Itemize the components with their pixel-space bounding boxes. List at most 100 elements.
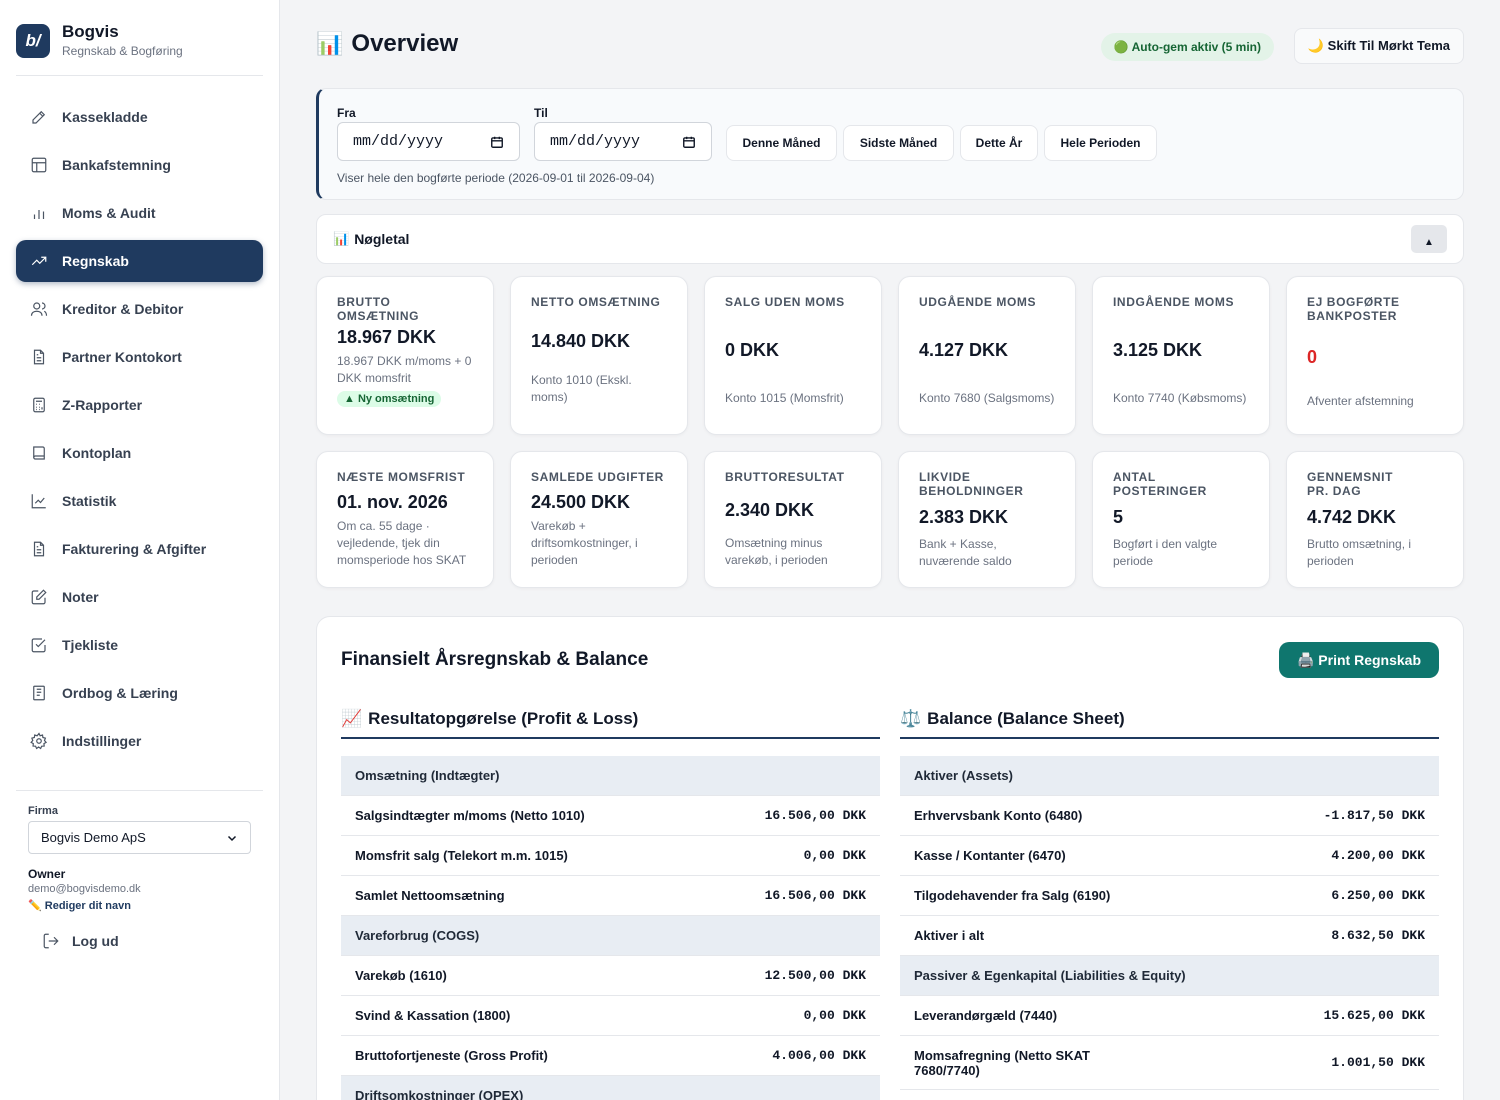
row-label: Aktiver i alt bbox=[914, 928, 985, 943]
row-amount: 4.200,00 DKK bbox=[1331, 848, 1425, 863]
sidebar-item-kontoplan[interactable]: Kontoplan bbox=[16, 432, 263, 474]
firma-select[interactable]: Bogvis Demo ApS bbox=[28, 821, 251, 854]
table-section-row: Driftsomkostninger (OPEX) bbox=[341, 1076, 880, 1100]
brand[interactable]: b/ Bogvis Regnskab & Bogføring bbox=[16, 22, 263, 76]
kpi-card-samlede-udgifter: SAMLEDE UDGIFTER 24.500 DKK Varekøb + dr… bbox=[510, 451, 688, 588]
autosave-badge: 🟢 Auto-gem aktiv (5 min) bbox=[1100, 33, 1274, 61]
kpi-value: 0 DKK bbox=[725, 340, 780, 360]
book-open-icon bbox=[33, 685, 45, 701]
row-label: Omsætning (Indtægter) bbox=[355, 768, 500, 783]
row-label: Momsfrit salg (Telekort m.m. 1015) bbox=[355, 848, 568, 863]
table-section-row: Aktiver (Assets) bbox=[900, 756, 1439, 796]
kpi-label: EJ BOGFØRTE BANKPOSTER bbox=[1307, 295, 1400, 323]
sidebar-item-indstillinger[interactable]: Indstillinger bbox=[16, 720, 263, 762]
row-amount: 12.500,00 DKK bbox=[764, 968, 866, 983]
row-label: Passiver & Egenkapital (Liabilities & Eq… bbox=[914, 968, 1186, 983]
chevron-down-icon bbox=[227, 835, 237, 841]
kpi-note: Om ca. 55 dage · vejledende, tjek din mo… bbox=[337, 519, 467, 567]
kpi-value: 24.500 DKK bbox=[531, 492, 631, 512]
report-title: Finansielt Årsregnskab & Balance bbox=[341, 649, 649, 670]
balance-title-text: Balance (Balance Sheet) bbox=[927, 709, 1125, 728]
sidebar-item-kassekladde[interactable]: Kassekladde bbox=[16, 96, 263, 138]
row-amount: 6.250,00 DKK bbox=[1331, 888, 1425, 903]
kpi-card-antal-posteringer: ANTAL POSTERINGER 5 Bogført i den valgte… bbox=[1092, 451, 1270, 588]
kpi-note: Omsætning minus varekøb, i perioden bbox=[725, 536, 828, 567]
sidebar-item-bankafstemning[interactable]: Bankafstemning bbox=[16, 144, 263, 186]
table-row: Leverandørgæld (7440) 15.625,00 DKK bbox=[900, 996, 1439, 1036]
sidebar-item-label: Noter bbox=[62, 589, 99, 605]
table-row: Momsafregning (Netto SKAT 7680/7740) 1.00… bbox=[900, 1036, 1439, 1090]
profit-loss-title-text: Resultatopgørelse (Profit & Loss) bbox=[368, 709, 639, 728]
quick-this-month-button[interactable]: Denne Måned bbox=[726, 125, 837, 161]
kpi-value: 14.840 DKK bbox=[531, 331, 631, 351]
file-text-icon bbox=[33, 541, 45, 557]
kpi-card-netto-omsaetning: NETTO OMSÆTNING 14.840 DKK Konto 1010 (E… bbox=[510, 276, 688, 435]
financial-report-panel: Finansielt Årsregnskab & Balance 🖨️ Prin… bbox=[316, 616, 1464, 1100]
period-note: Viser hele den bogførte periode (2026-09… bbox=[337, 171, 655, 185]
row-label: Varekøb (1610) bbox=[355, 968, 447, 983]
kpi-card-ej-bogforte: EJ BOGFØRTE BANKPOSTER 0 Afventer afstem… bbox=[1286, 276, 1464, 435]
sidebar-item-label: Statistik bbox=[62, 493, 117, 509]
sidebar-item-kreditor-debitor[interactable]: Kreditor & Debitor bbox=[16, 288, 263, 330]
quick-this-year-button[interactable]: Dette År bbox=[960, 125, 1038, 161]
from-date-input[interactable]: mm/dd/yyyy bbox=[337, 122, 520, 161]
sidebar-item-partner-kontokort[interactable]: Partner Kontokort bbox=[16, 336, 263, 378]
sidebar-item-label: Moms & Audit bbox=[62, 205, 156, 221]
brand-name: Bogvis bbox=[62, 22, 119, 41]
sidebar: b/ Bogvis Regnskab & Bogføring Kasseklad… bbox=[0, 0, 280, 1100]
to-date-input[interactable]: mm/dd/yyyy bbox=[534, 122, 712, 161]
logout-label: Log ud bbox=[72, 933, 119, 949]
table-section-row: Vareforbrug (COGS) bbox=[341, 916, 880, 956]
profit-loss-table: Omsætning (Indtægter) Salgsindtægter m/m… bbox=[341, 756, 880, 1100]
sidebar-item-label: Indstillinger bbox=[62, 733, 142, 749]
trending-chart-icon: 📈 bbox=[341, 709, 363, 728]
calendar-icon[interactable] bbox=[490, 135, 504, 149]
kpi-card-likvide: LIKVIDE BEHOLDNINGER 2.383 DKK Bank + Ka… bbox=[898, 451, 1076, 588]
kpi-note: Konto 7680 (Salgsmoms) bbox=[919, 391, 1055, 405]
collapse-button[interactable]: ▲ bbox=[1411, 225, 1447, 253]
calendar-icon[interactable] bbox=[682, 135, 696, 149]
kpi-label: GENNEMSNIT PR. DAG bbox=[1307, 470, 1394, 498]
sidebar-item-tjekliste[interactable]: Tjekliste bbox=[16, 624, 263, 666]
sidebar-item-label: Partner Kontokort bbox=[62, 349, 182, 365]
kpi-card-salg-uden-moms: SALG UDEN MOMS 0 DKK Konto 1015 (Momsfri… bbox=[704, 276, 882, 435]
kpi-section-header[interactable]: 📊 Nøgletal ▲ bbox=[316, 214, 1464, 264]
chart-emoji-icon: 📊 bbox=[333, 231, 350, 246]
sidebar-item-fakturering[interactable]: Fakturering & Afgifter bbox=[16, 528, 263, 570]
kpi-label: UDGÅENDE MOMS bbox=[919, 295, 1037, 309]
book-icon bbox=[33, 446, 45, 460]
sidebar-item-label: Kontoplan bbox=[62, 445, 132, 461]
file-text-icon bbox=[33, 349, 45, 365]
sidebar-item-label: Ordbog & Læring bbox=[62, 685, 178, 701]
sidebar-item-label: Kreditor & Debitor bbox=[62, 301, 184, 317]
row-label: Tilgodehavender fra Salg (6190) bbox=[914, 888, 1111, 903]
from-label: Fra bbox=[337, 106, 356, 120]
kpi-card-indgaaende-moms: INDGÅENDE MOMS 3.125 DKK Konto 7740 (Køb… bbox=[1092, 276, 1270, 435]
sidebar-nav: Kassekladde Bankafstemning Moms & Audit … bbox=[16, 96, 263, 768]
kpi-value: 3.125 DKK bbox=[1113, 340, 1203, 360]
sidebar-item-label: Kassekladde bbox=[62, 109, 148, 125]
sidebar-item-statistik[interactable]: Statistik bbox=[16, 480, 263, 522]
kpi-label: SALG UDEN MOMS bbox=[725, 295, 845, 309]
print-report-button[interactable]: 🖨️ Print Regnskab bbox=[1278, 642, 1439, 678]
row-label: Kasse / Kontanter (6470) bbox=[914, 848, 1066, 863]
edit-name-link[interactable]: ✏️ Rediger dit navn bbox=[28, 899, 263, 912]
kpi-card-udgaaende-moms: UDGÅENDE MOMS 4.127 DKK Konto 7680 (Salg… bbox=[898, 276, 1076, 435]
quick-all-period-button[interactable]: Hele Perioden bbox=[1044, 125, 1157, 161]
sidebar-item-z-rapporter[interactable]: Z-Rapporter bbox=[16, 384, 263, 426]
theme-toggle-button[interactable]: 🌙 Skift Til Mørkt Tema bbox=[1293, 28, 1464, 64]
firma-select-value: Bogvis Demo ApS bbox=[41, 830, 146, 845]
logout-button[interactable]: Log ud bbox=[42, 932, 263, 950]
kpi-note: Varekøb + driftsomkostninger, i perioden bbox=[531, 519, 638, 567]
kpi-value: 0 bbox=[1307, 347, 1318, 367]
layout-icon bbox=[31, 157, 47, 173]
sidebar-item-regnskab[interactable]: Regnskab bbox=[16, 240, 263, 282]
sidebar-item-ordbog[interactable]: Ordbog & Læring bbox=[16, 672, 263, 714]
sidebar-item-moms-audit[interactable]: Moms & Audit bbox=[16, 192, 263, 234]
quick-last-month-button[interactable]: Sidste Måned bbox=[843, 125, 954, 161]
row-label: Samlet Nettoomsætning bbox=[355, 888, 505, 903]
from-date-placeholder: mm/dd/yyyy bbox=[353, 133, 444, 150]
sidebar-item-noter[interactable]: Noter bbox=[16, 576, 263, 618]
row-label: Bruttofortjeneste (Gross Profit) bbox=[355, 1048, 548, 1063]
row-label: Erhvervsbank Konto (6480) bbox=[914, 808, 1083, 823]
